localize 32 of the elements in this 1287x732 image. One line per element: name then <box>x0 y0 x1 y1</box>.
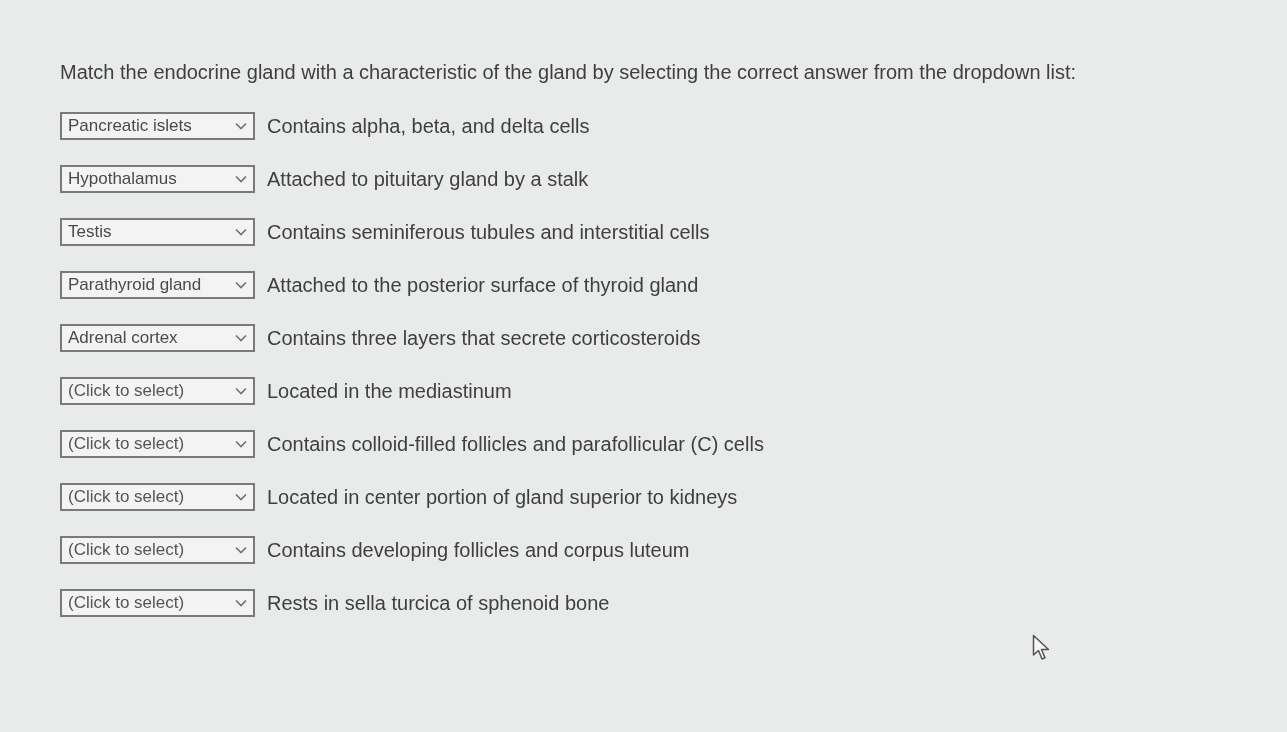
answer-dropdown[interactable]: Adrenal cortex <box>60 324 255 352</box>
gland-characteristic: Attached to pituitary gland by a stalk <box>267 167 589 192</box>
gland-characteristic: Attached to the posterior surface of thyroid gland <box>267 273 699 298</box>
gland-characteristic: Contains developing follicles and corpus luteum <box>267 538 690 563</box>
answer-dropdown[interactable]: (Click to select) <box>60 536 255 564</box>
chevron-down-icon <box>235 440 247 448</box>
answer-dropdown[interactable]: (Click to select) <box>60 377 255 405</box>
answer-dropdown[interactable]: (Click to select) <box>60 589 255 617</box>
chevron-down-icon <box>235 175 247 183</box>
gland-characteristic: Contains alpha, beta, and delta cells <box>267 114 590 139</box>
answer-dropdown[interactable]: Hypothalamus <box>60 165 255 193</box>
gland-characteristic: Located in center portion of gland superior to kidneys <box>267 485 738 510</box>
chevron-down-icon <box>235 334 247 342</box>
chevron-down-icon <box>235 599 247 607</box>
answer-dropdown[interactable]: (Click to select) <box>60 483 255 511</box>
chevron-down-icon <box>235 122 247 130</box>
answer-dropdown[interactable]: Pancreatic islets <box>60 112 255 140</box>
gland-characteristic: Rests in sella turcica of sphenoid bone <box>267 591 610 616</box>
gland-characteristic: Contains colloid-filled follicles and parafollicular (C) cells <box>267 432 764 457</box>
gland-characteristic: Located in the mediastinum <box>267 379 512 404</box>
chevron-down-icon <box>235 546 247 554</box>
question-prompt: Match the endocrine gland with a characteristic of the gland by selecting the correct answer from the dropdown list: <box>60 60 1078 85</box>
chevron-down-icon <box>235 228 247 236</box>
chevron-down-icon <box>235 493 247 501</box>
answer-dropdown[interactable]: Testis <box>60 218 255 246</box>
chevron-down-icon <box>235 281 247 289</box>
gland-characteristic: Contains seminiferous tubules and interstitial cells <box>267 220 710 245</box>
answer-dropdown[interactable]: (Click to select) <box>60 430 255 458</box>
chevron-down-icon <box>235 387 247 395</box>
gland-characteristic: Contains three layers that secrete corticosteroids <box>267 326 701 351</box>
mouse-pointer-icon <box>1032 634 1052 662</box>
answer-dropdown[interactable]: Parathyroid gland <box>60 271 255 299</box>
